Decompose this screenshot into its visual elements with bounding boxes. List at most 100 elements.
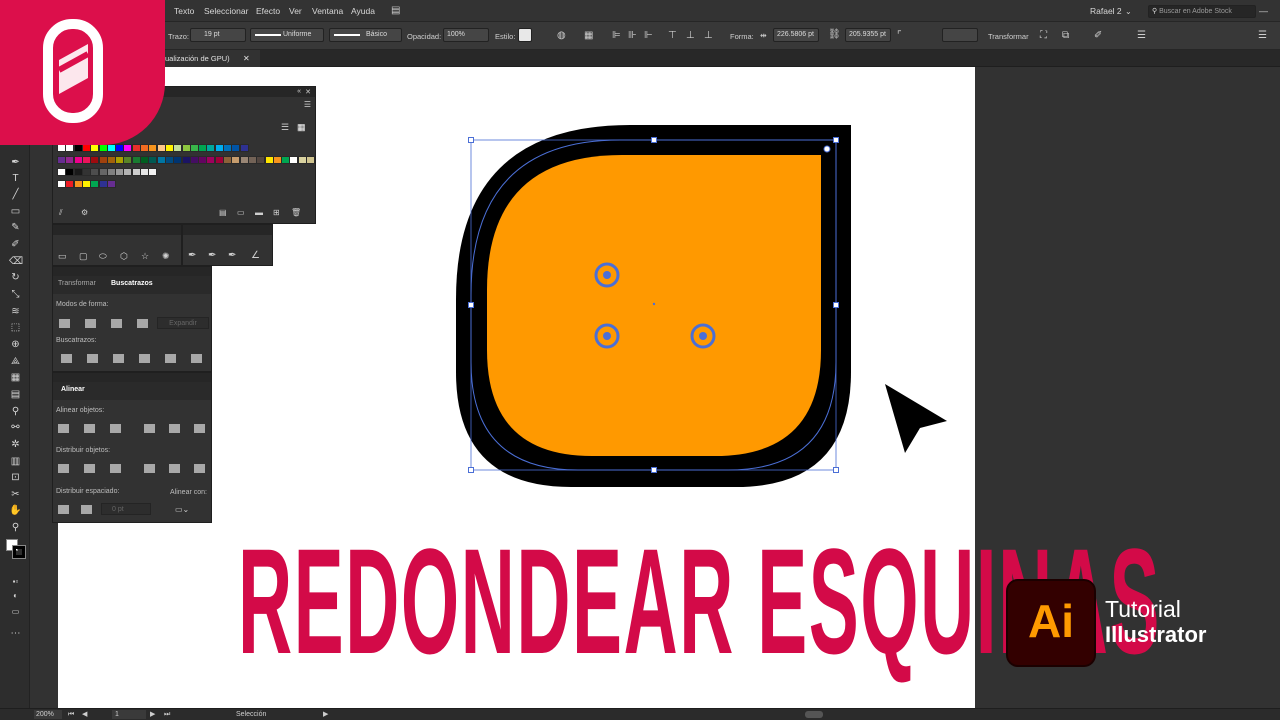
align-objects-label: Alinear objetos: (56, 407, 105, 414)
swatch[interactable] (306, 156, 315, 164)
merge-icon[interactable] (113, 354, 124, 363)
delete-anchor-icon[interactable]: ✒ (228, 251, 236, 261)
flare-icon[interactable]: ✺ (162, 251, 170, 261)
pathfinder-panel: Transformar Buscatrazos Modos de forma: … (52, 266, 212, 372)
minus-back-icon[interactable] (191, 354, 202, 363)
cursor-arrow-icon (885, 384, 947, 453)
new-swatch-icon[interactable]: ⊞ (273, 208, 280, 218)
list-view-icon[interactable]: ☰ (281, 122, 289, 133)
handle-top-left[interactable] (468, 137, 474, 143)
ai-logo-text: Ai (1028, 595, 1074, 647)
v-align-top-icon[interactable] (144, 424, 155, 433)
handle-bottom-right[interactable] (833, 467, 839, 473)
first-page-icon[interactable]: ⏮ (68, 710, 74, 720)
ellipse-icon[interactable]: ⬭ (99, 251, 107, 261)
handle-top[interactable] (651, 137, 657, 143)
dist-right-icon[interactable] (194, 464, 205, 473)
panel-menu-icon[interactable]: ☰ (304, 100, 311, 109)
trim-icon[interactable] (87, 354, 98, 363)
tab-transform[interactable]: Transformar (58, 280, 96, 287)
tab-align[interactable]: Alinear (61, 386, 85, 393)
dist-top-icon[interactable] (58, 464, 69, 473)
dist-bottom-icon[interactable] (110, 464, 121, 473)
outline-icon[interactable] (165, 354, 176, 363)
prev-page-icon[interactable]: ◀ (82, 710, 87, 720)
align-to-label: Alinear con: (170, 489, 207, 496)
add-anchor-icon[interactable]: ✒ (208, 251, 216, 261)
status-arrow-icon[interactable]: ▶ (323, 710, 328, 720)
swatch[interactable] (106, 180, 116, 188)
expand-label: Expandir (169, 320, 197, 327)
handle-top-right[interactable] (833, 137, 839, 143)
dist-left-icon[interactable] (144, 464, 155, 473)
handle-right[interactable] (833, 302, 839, 308)
zoom-field[interactable]: 200% (34, 710, 62, 719)
zoom-value: 200% (36, 711, 54, 718)
pen-icon[interactable]: ✒ (188, 251, 196, 261)
v-align-center-icon[interactable] (169, 424, 180, 433)
distribute-objects-label: Distribuir objetos: (56, 447, 111, 454)
scrollbar-thumb[interactable] (805, 711, 823, 718)
star-icon[interactable]: ☆ (141, 251, 149, 261)
align-tabs: Alinear (53, 382, 211, 400)
badge-line-1: Tutorial (1105, 596, 1181, 622)
badge-line-2: Illustrator (1105, 622, 1207, 647)
swatches-footer: ⫽ ⚙ ▤ ▭ ▬ ⊞ 🗑 (59, 208, 309, 218)
intersect-icon[interactable] (111, 319, 122, 328)
color-group-icon[interactable]: ▭ (237, 208, 245, 218)
swatch[interactable] (239, 144, 249, 152)
center-point (652, 302, 656, 306)
panel-header (53, 225, 181, 235)
handle-bottom[interactable] (651, 467, 657, 473)
pathfinder-tabs: Transformar Buscatrazos (53, 276, 211, 294)
pen-tools-panel: ✒ ✒ ✒ ∠ (182, 224, 273, 266)
rounded-rectangle-icon[interactable]: ▢ (79, 251, 88, 261)
h-align-left-icon[interactable] (58, 424, 69, 433)
new-folder-icon[interactable]: ▬ (255, 208, 263, 218)
align-panel: Alinear Alinear objetos: Distribuir obje… (52, 372, 212, 523)
minus-front-icon[interactable] (85, 319, 96, 328)
v-align-bottom-icon[interactable] (194, 424, 205, 433)
next-page-icon[interactable]: ▶ (150, 710, 155, 720)
trash-icon[interactable]: 🗑 (291, 208, 301, 218)
spacing-value: 0 pt (112, 506, 124, 513)
h-align-center-icon[interactable] (84, 424, 95, 433)
unite-icon[interactable] (59, 319, 70, 328)
dist-hcenter-icon[interactable] (169, 464, 180, 473)
shape-modes-label: Modos de forma: (56, 301, 109, 308)
last-page-icon[interactable]: ⏭ (164, 710, 170, 720)
dist-space-v-icon[interactable] (58, 505, 69, 514)
exclude-icon[interactable] (137, 319, 148, 328)
handle-bottom-left[interactable] (468, 467, 474, 473)
handle-left[interactable] (468, 302, 474, 308)
panel-header (183, 225, 272, 235)
h-align-right-icon[interactable] (110, 424, 121, 433)
illustrator-logo: Ai (1008, 581, 1094, 665)
swatch-options-icon[interactable]: ▤ (219, 208, 227, 218)
crop-icon[interactable] (139, 354, 150, 363)
collapse-icon[interactable]: « (297, 88, 301, 95)
corner-widget-2-dot (603, 332, 611, 340)
dist-space-h-icon[interactable] (81, 505, 92, 514)
divide-icon[interactable] (61, 354, 72, 363)
status-mode[interactable]: Selección (236, 711, 266, 718)
expand-button[interactable]: Expandir (157, 317, 209, 329)
page-value: 1 (115, 711, 119, 718)
channel-logo-mark (43, 19, 103, 123)
rectangle-icon[interactable]: ▭ (58, 251, 67, 261)
corner-widget-small[interactable] (823, 145, 831, 153)
close-panel-icon[interactable]: ✕ (305, 88, 311, 96)
anchor-point-icon[interactable]: ∠ (251, 251, 260, 261)
tab-pathfinder[interactable]: Buscatrazos (111, 280, 153, 287)
polygon-icon[interactable]: ⬡ (120, 251, 128, 261)
dist-vcenter-icon[interactable] (84, 464, 95, 473)
grid-view-icon[interactable]: ▦ (297, 122, 306, 133)
library-icon[interactable]: ⫽ (59, 208, 63, 218)
corner-widget-3-dot (699, 332, 707, 340)
align-to-select-icon[interactable]: ▭⌄ (175, 505, 189, 515)
swatch[interactable] (148, 168, 158, 176)
swatch-kind-icon[interactable]: ⚙ (81, 208, 88, 218)
rounded-shape-fill[interactable] (487, 155, 821, 456)
spacing-field[interactable]: 0 pt (101, 503, 151, 515)
page-field[interactable]: 1 (112, 710, 146, 719)
